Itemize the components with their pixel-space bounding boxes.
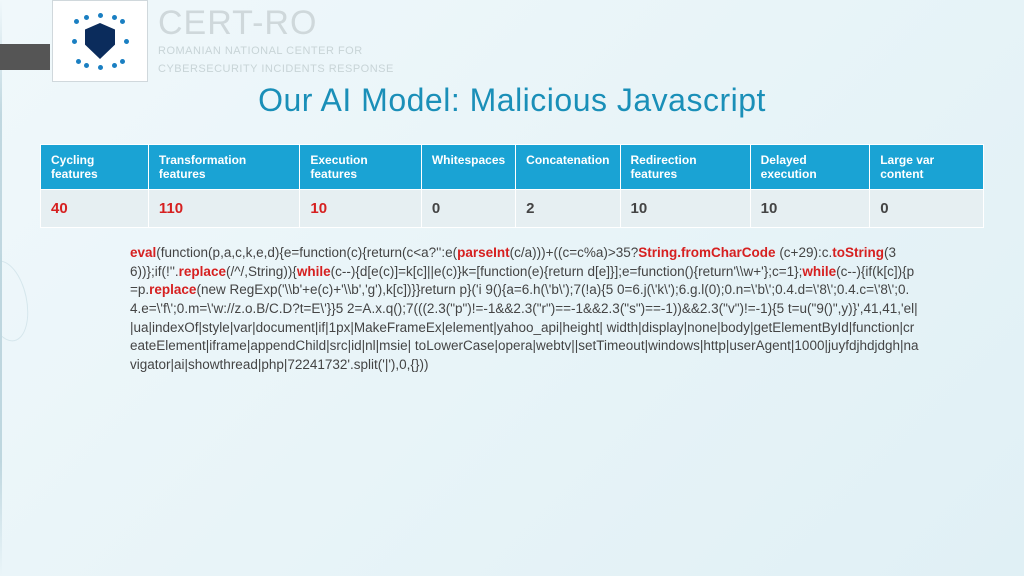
table-cell: 0 xyxy=(421,190,515,228)
code-keyword: String.fromCharCode xyxy=(638,245,775,260)
sidebar-tab xyxy=(0,44,50,70)
table-header: Whitespaces xyxy=(421,145,515,190)
table-cell: 40 xyxy=(41,190,149,228)
cert-ro-logo xyxy=(52,0,148,82)
code-keyword: while xyxy=(297,264,331,279)
table-header: Execution features xyxy=(300,145,421,190)
code-text: (c--){d[e(c)]=k[c]||e(c)}k=[function(e){… xyxy=(331,264,803,279)
table-cell: 110 xyxy=(148,190,299,228)
table-cell: 10 xyxy=(620,190,750,228)
code-text: (function(p,a,c,k,e,d){e=function(c){ret… xyxy=(156,245,457,260)
features-table: Cycling featuresTransformation featuresE… xyxy=(40,144,984,228)
table-cell: 10 xyxy=(750,190,870,228)
table-header-row: Cycling featuresTransformation featuresE… xyxy=(41,145,984,190)
code-text: (/^/,String)){ xyxy=(226,264,297,279)
table-header: Redirection features xyxy=(620,145,750,190)
table-cell: 10 xyxy=(300,190,421,228)
table-header: Cycling features xyxy=(41,145,149,190)
table-header: Concatenation xyxy=(516,145,620,190)
logo-subtitle-2: CYBERSECURITY INCIDENTS RESPONSE xyxy=(158,62,394,76)
table-cell: 0 xyxy=(870,190,984,228)
table-header: Delayed execution xyxy=(750,145,870,190)
page-title: Our AI Model: Malicious Javascript xyxy=(0,82,1024,119)
table-header: Transformation features xyxy=(148,145,299,190)
code-text: (c+29):c. xyxy=(776,245,833,260)
logo-subtitle-1: ROMANIAN NATIONAL CENTER FOR xyxy=(158,44,394,58)
code-keyword: replace xyxy=(149,282,196,297)
code-sample: eval(function(p,a,c,k,e,d){e=function(c)… xyxy=(130,244,920,374)
code-keyword: while xyxy=(802,264,836,279)
logo-title: CERT-RO xyxy=(158,6,394,40)
code-keyword: replace xyxy=(179,264,226,279)
shield-icon xyxy=(85,23,115,59)
table-value-row: 40110100210100 xyxy=(41,190,984,228)
table-header: Large var content xyxy=(870,145,984,190)
code-keyword: eval xyxy=(130,245,156,260)
code-text: (new RegExp('\\b'+e(c)+'\\b','g'),k[c])}… xyxy=(130,282,919,372)
code-keyword: parseInt xyxy=(457,245,510,260)
code-text: (c/a)))+((c=c%a)>35? xyxy=(510,245,639,260)
code-keyword: toString xyxy=(832,245,884,260)
table-cell: 2 xyxy=(516,190,620,228)
logo-block: CERT-RO ROMANIAN NATIONAL CENTER FOR CYB… xyxy=(52,0,394,82)
